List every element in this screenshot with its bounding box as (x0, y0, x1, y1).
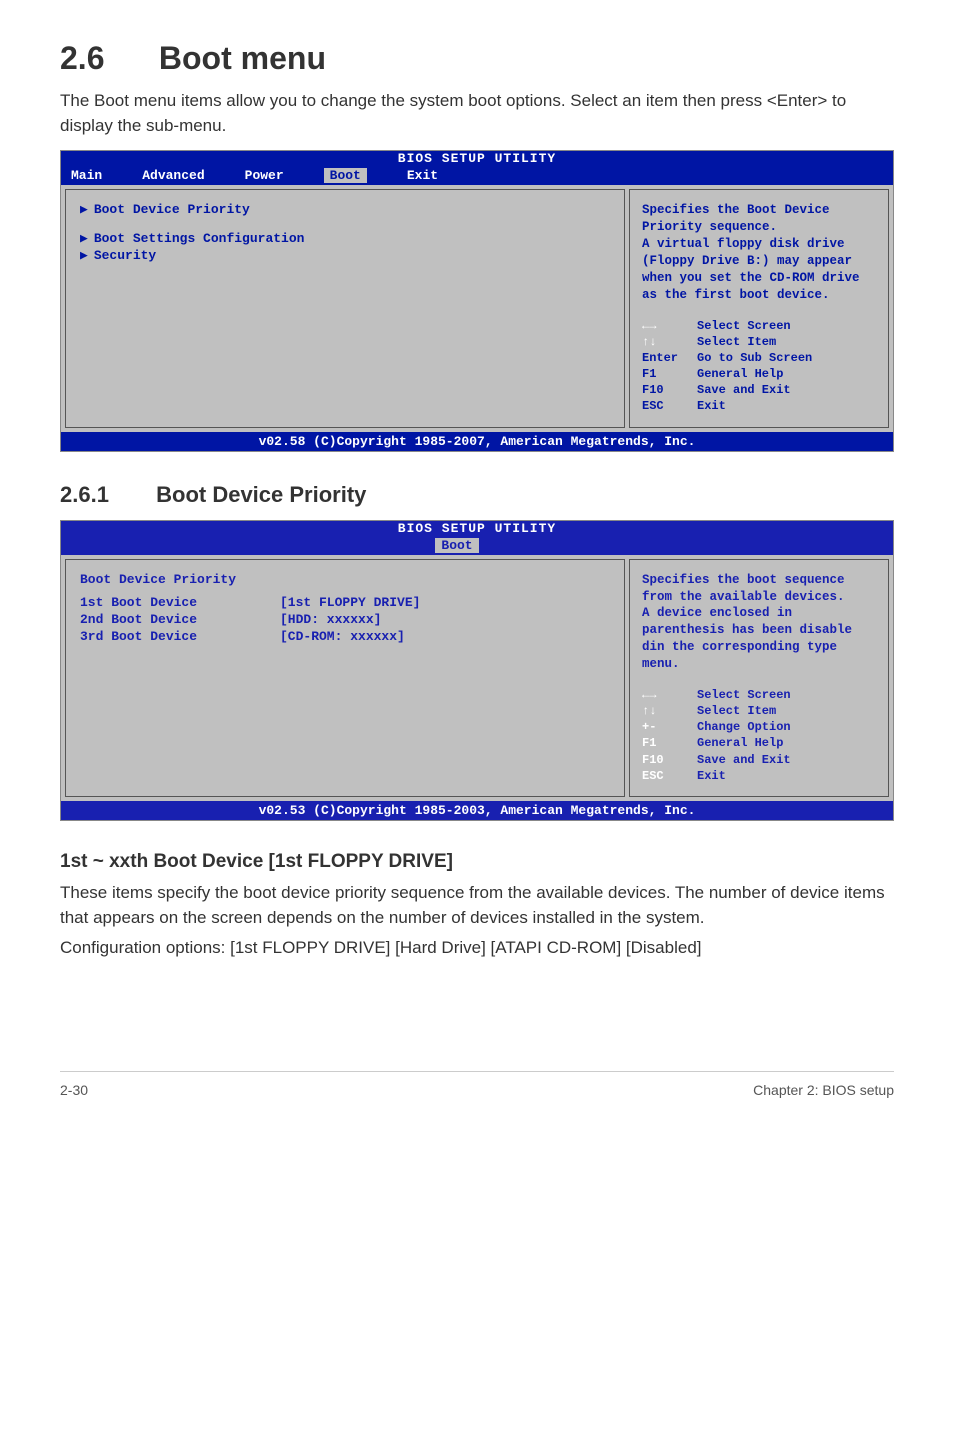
nav-key: +- (642, 719, 697, 735)
section-intro: The Boot menu items allow you to change … (60, 89, 894, 138)
option-heading: 1st ~ xxth Boot Device [1st FLOPPY DRIVE… (60, 851, 894, 873)
page-footer: 2-30 Chapter 2: BIOS setup (60, 1071, 894, 1098)
submenu-arrow-icon: ▶ (80, 231, 88, 246)
nav-text: Change Option (697, 719, 791, 735)
bios-title: BIOS SETUP UTILITY (61, 521, 893, 536)
tab-boot: Boot (324, 168, 367, 183)
boot-device-value: [1st FLOPPY DRIVE] (280, 595, 420, 610)
bios-screenshot-boot-device-priority: BIOS SETUP UTILITY Boot Boot Device Prio… (60, 520, 894, 821)
bios-screenshot-boot-menu: BIOS SETUP UTILITY Main Advanced Power B… (60, 150, 894, 451)
subsection-title: Boot Device Priority (156, 482, 366, 507)
subsection-number: 2.6.1 (60, 482, 150, 508)
bios-tabs: Boot (61, 536, 893, 555)
option-config: Configuration options: [1st FLOPPY DRIVE… (60, 936, 894, 961)
nav-text: Select Item (697, 334, 776, 350)
nav-text: General Help (697, 735, 783, 751)
section-number: 2.6 (60, 40, 150, 77)
nav-text: Select Item (697, 703, 776, 719)
help-text: Specifies the boot sequence from the ava… (642, 572, 876, 606)
section-heading: 2.6 Boot menu (60, 40, 894, 77)
nav-key: ↑↓ (642, 334, 697, 350)
nav-text: Select Screen (697, 318, 791, 334)
help-text: A virtual floppy disk drive (Floppy Driv… (642, 236, 876, 304)
menu-item: Security (94, 248, 156, 263)
nav-key: ←→ (642, 687, 697, 703)
bios-title: BIOS SETUP UTILITY (61, 151, 893, 166)
nav-text: Save and Exit (697, 382, 791, 398)
boot-device-value: [CD-ROM: xxxxxx] (280, 629, 405, 644)
tab-main: Main (71, 168, 102, 183)
boot-device-value: [HDD: xxxxxx] (280, 612, 381, 627)
help-text: Specifies the Boot Device Priority seque… (642, 202, 876, 236)
menu-item: Boot Settings Configuration (94, 231, 305, 246)
nav-key: F10 (642, 752, 697, 768)
bios-left-pane: Boot Device Priority 1st Boot Device [1s… (65, 559, 625, 797)
bios-help-pane: Specifies the boot sequence from the ava… (629, 559, 889, 797)
bios-left-pane: ▶ Boot Device Priority ▶ Boot Settings Con… (65, 189, 625, 427)
chapter-label: Chapter 2: BIOS setup (753, 1082, 894, 1098)
nav-key: ESC (642, 398, 697, 414)
bios-nav-hints: ←→Select Screen ↑↓Select Item +-Change O… (642, 687, 876, 784)
boot-device-label: 1st Boot Device (80, 595, 280, 610)
boot-device-label: 3rd Boot Device (80, 629, 280, 644)
submenu-arrow-icon: ▶ (80, 248, 88, 263)
option-description: These items specify the boot device prio… (60, 881, 894, 930)
tab-advanced: Advanced (142, 168, 204, 183)
submenu-arrow-icon: ▶ (80, 202, 88, 217)
nav-key: ESC (642, 768, 697, 784)
nav-key: Enter (642, 350, 697, 366)
help-text: A device enclosed in parenthesis has bee… (642, 605, 876, 673)
boot-device-label: 2nd Boot Device (80, 612, 280, 627)
nav-text: Save and Exit (697, 752, 791, 768)
nav-text: Exit (697, 398, 726, 414)
nav-key: ↑↓ (642, 703, 697, 719)
menu-item: Boot Device Priority (94, 202, 250, 217)
nav-text: General Help (697, 366, 783, 382)
tab-boot: Boot (435, 538, 478, 553)
nav-text: Select Screen (697, 687, 791, 703)
tab-power: Power (245, 168, 284, 183)
subsection-heading: 2.6.1 Boot Device Priority (60, 482, 894, 508)
tab-exit: Exit (407, 168, 438, 183)
nav-key: F1 (642, 735, 697, 751)
nav-text: Exit (697, 768, 726, 784)
bios-footer: v02.53 (C)Copyright 1985-2003, American … (61, 801, 893, 820)
section-title: Boot menu (159, 40, 326, 76)
nav-text: Go to Sub Screen (697, 350, 812, 366)
bios-footer: v02.58 (C)Copyright 1985-2007, American … (61, 432, 893, 451)
bios-help-pane: Specifies the Boot Device Priority seque… (629, 189, 889, 427)
bios-tabs: Main Advanced Power Boot Exit (61, 166, 893, 185)
bios-list-heading: Boot Device Priority (80, 572, 610, 587)
nav-key: ←→ (642, 318, 697, 334)
nav-key: F10 (642, 382, 697, 398)
nav-key: F1 (642, 366, 697, 382)
bios-nav-hints: ←→Select Screen ↑↓Select Item EnterGo to… (642, 318, 876, 415)
page-number: 2-30 (60, 1082, 88, 1098)
